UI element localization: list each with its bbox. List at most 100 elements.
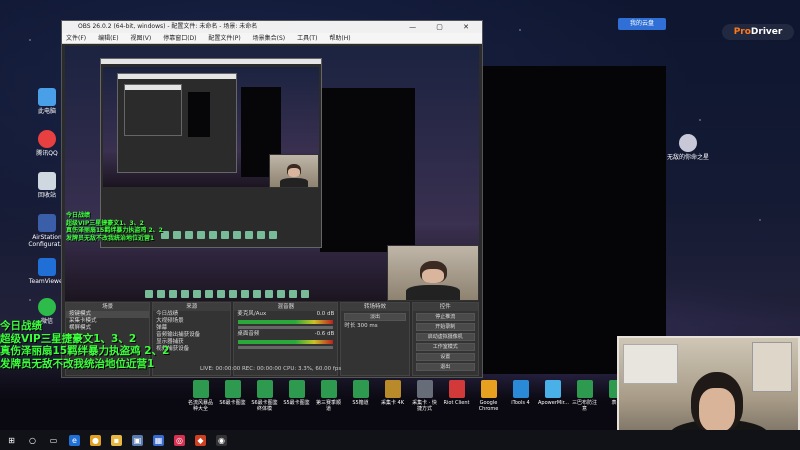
mixer-level: 0.0 dB: [316, 311, 335, 317]
stop-stream-button[interactable]: 停止推流: [415, 313, 475, 321]
studio-mode-button[interactable]: 工作室模式: [415, 343, 475, 351]
cam-face: [288, 168, 300, 177]
taskbar-photos-icon[interactable]: ▣: [132, 434, 143, 446]
obs-title: OBS 26.0.2 (64-bit, windows) - 配置文件: 未命名…: [78, 23, 258, 30]
obs-menubar: 文件(F) 编辑(E) 视图(V) 停靠窗口(D) 配置文件(P) 场景集合(S…: [62, 33, 482, 44]
prodriver-logo[interactable]: ProDriver: [722, 24, 794, 40]
source-item[interactable]: 今日战绩: [153, 311, 230, 318]
desktop-icon-right[interactable]: 无敌的你命之星: [666, 134, 710, 161]
nested-shortcut: [197, 231, 205, 239]
taskbar-app1-icon[interactable]: ◎: [174, 434, 185, 446]
start-recording-button[interactable]: 开始录制: [415, 323, 475, 331]
preview-shortcut: [145, 290, 153, 298]
preview-shortcut: [277, 290, 285, 298]
preview-shortcuts-row: [145, 290, 309, 300]
menu-edit[interactable]: 编辑(E): [98, 35, 118, 42]
exit-button[interactable]: 退出: [415, 363, 475, 371]
taskbar-search-icon[interactable]: ○: [27, 435, 38, 446]
menu-scene-collection[interactable]: 场景集合(S): [253, 35, 286, 42]
nested-shortcut: [269, 231, 277, 239]
controls-dock: 控件 停止推流 开始录制 启动虚拟摄像机 工作室模式 设置 退出: [411, 302, 479, 376]
duration-input[interactable]: 300 ms: [357, 323, 377, 329]
mixer-track-name: 桌面音频: [237, 331, 260, 337]
overlay-line: 超级VIP三星捷豪文1、3、2: [0, 332, 137, 345]
cloud-drive-badge[interactable]: 我的云盘: [618, 18, 666, 30]
desktop-shortcut[interactable]: iTools 4: [506, 380, 535, 412]
desktop-icon-label: 无敌的你命之星: [666, 154, 709, 161]
computer-icon: [38, 88, 56, 106]
desktop-shortcut[interactable]: S5箱道: [346, 380, 375, 412]
shortcut-label: 第三赛季顺道: [315, 400, 341, 412]
menu-file[interactable]: 文件(F): [66, 35, 86, 42]
taskbar-app2-icon[interactable]: ◆: [195, 434, 206, 446]
background-shelf: [752, 342, 792, 392]
virtual-camera-button[interactable]: 启动虚拟摄像机: [415, 333, 475, 341]
obs-titlebar[interactable]: OBS 26.0.2 (64-bit, windows) - 配置文件: 未命名…: [62, 21, 482, 33]
shortcut-icon: [544, 380, 561, 398]
taskbar-edge-icon[interactable]: e: [69, 434, 80, 446]
menu-profile[interactable]: 配置文件(P): [208, 35, 240, 42]
menu-help[interactable]: 帮助(H): [329, 35, 350, 42]
nested-titlebar: [125, 85, 181, 90]
preview-webcam: [387, 245, 479, 301]
taskbar-store-icon[interactable]: ▦: [153, 434, 164, 446]
desktop-shortcut[interactable]: S5最卡图鉴: [282, 380, 311, 412]
nested-titlebar: [101, 59, 321, 64]
transition-select[interactable]: 淡出: [344, 313, 406, 321]
overlay-line: 发牌员无敌不改我统治地位近营1: [66, 234, 155, 242]
desktop-shortcut[interactable]: Google Chrome: [474, 380, 503, 412]
volume-slider[interactable]: [238, 346, 334, 349]
scene-item[interactable]: 按键模式: [66, 311, 150, 318]
desktop-shortcut[interactable]: 第三赛季顺道: [314, 380, 343, 412]
sources-header: 来源: [153, 303, 231, 311]
shortcut-label: S5箱道: [352, 400, 369, 406]
mixer-header: 混音器: [234, 303, 338, 311]
cam-body: [279, 178, 309, 187]
taskbar-chrome-icon[interactable]: ●: [90, 434, 101, 446]
menu-docks[interactable]: 停靠窗口(D): [163, 35, 196, 42]
obs-status-bar: LIVE: 00:00:00 REC: 00:00:00 CPU: 3.3%, …: [200, 366, 342, 372]
window-controls[interactable]: — ▢ ✕: [409, 21, 478, 33]
settings-button[interactable]: 设置: [415, 353, 475, 361]
shortcut-icon: [416, 380, 433, 398]
desktop-shortcut[interactable]: S6最卡图鉴 终体模: [250, 380, 279, 412]
duration-row: 时长 300 ms: [341, 323, 408, 330]
taskbar-taskview-icon[interactable]: ▭: [48, 435, 59, 446]
controls-header: 控件: [412, 303, 478, 311]
desktop-shortcut[interactable]: ApowerMir...: [538, 380, 569, 412]
prodriver-logo-pro: Pro: [733, 27, 751, 37]
windows-start-icon[interactable]: ⊞: [6, 435, 17, 446]
nested-shortcut: [257, 231, 265, 239]
desktop-shortcut[interactable]: S6最卡图鉴: [218, 380, 247, 412]
prodriver-logo-driver: Driver: [750, 27, 783, 37]
recycle-bin-icon: [38, 172, 56, 190]
transitions-header: 转场特效: [341, 303, 409, 311]
nested-shortcut: [245, 231, 253, 239]
overlay-line: 今日战绩: [0, 320, 42, 332]
desktop-shortcut[interactable]: 三巴布防注意: [570, 380, 599, 412]
preview-shortcut: [289, 290, 297, 298]
volume-slider[interactable]: [238, 326, 334, 329]
taskbar-obs-icon[interactable]: ◉: [216, 434, 227, 446]
shortcut-icon: [224, 380, 241, 398]
menu-view[interactable]: 视图(V): [130, 35, 151, 42]
desktop-shortcut[interactable]: 采集卡 4K: [378, 380, 407, 412]
user-avatar-icon: [679, 134, 697, 152]
mixer-track-label: 麦克风/Aux 0.0 dB: [234, 311, 337, 318]
preview-shortcut: [241, 290, 249, 298]
preview-shortcut: [205, 290, 213, 298]
preview-shortcut: [217, 290, 225, 298]
audio-meter: [238, 320, 334, 324]
desktop-shortcut[interactable]: 采集卡 · 快捷方式: [410, 380, 439, 412]
wechat-icon: [38, 298, 56, 316]
desktop-shortcut[interactable]: Riot Client: [442, 380, 471, 412]
desktop-shortcut[interactable]: 名流风暴品种大全: [186, 380, 215, 412]
preview-shortcut: [181, 290, 189, 298]
shortcut-icon: [512, 380, 529, 398]
nested-obs-preview-2: [117, 73, 237, 173]
obs-preview[interactable]: [65, 46, 479, 301]
menu-tools[interactable]: 工具(T): [297, 35, 317, 42]
mixer-dock: 混音器 麦克风/Aux 0.0 dB 桌面音频 -0.6 dB: [233, 302, 339, 376]
desktop-shortcuts: 名流风暴品种大全 S6最卡图鉴 S6最卡图鉴 终体模 S5最卡图鉴 第三赛季顺道 S5箱道…: [186, 380, 631, 412]
taskbar-explorer-icon[interactable]: ▪: [111, 434, 122, 446]
